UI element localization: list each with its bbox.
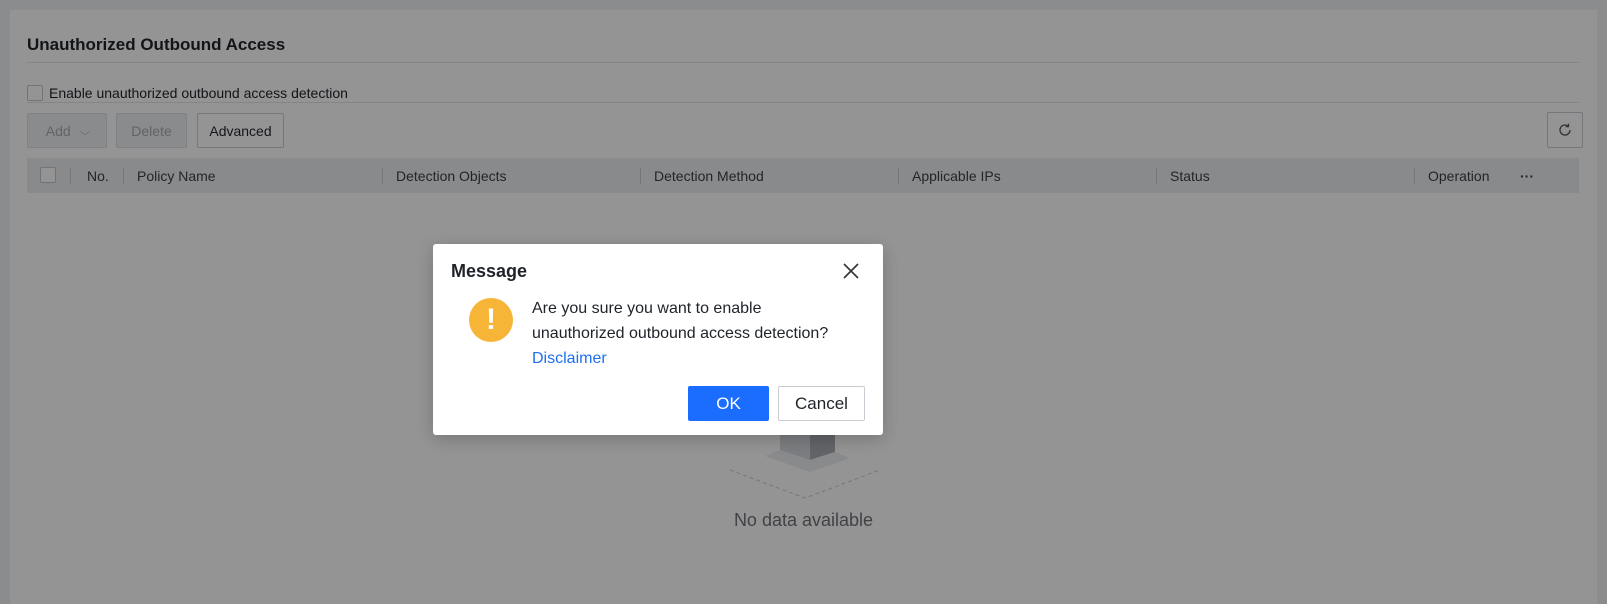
confirm-dialog: Message ! Are you sure you want to enabl… (433, 244, 883, 435)
warning-icon: ! (469, 298, 513, 342)
close-icon[interactable] (841, 261, 861, 281)
cancel-button[interactable]: Cancel (778, 386, 865, 421)
dialog-message-text: Are you sure you want to enable unauthor… (532, 300, 829, 342)
dialog-title: Message (451, 261, 528, 281)
ok-button[interactable]: OK (688, 386, 769, 421)
dialog-message: Are you sure you want to enable unauthor… (532, 296, 852, 371)
disclaimer-link[interactable]: Disclaimer (532, 346, 852, 371)
